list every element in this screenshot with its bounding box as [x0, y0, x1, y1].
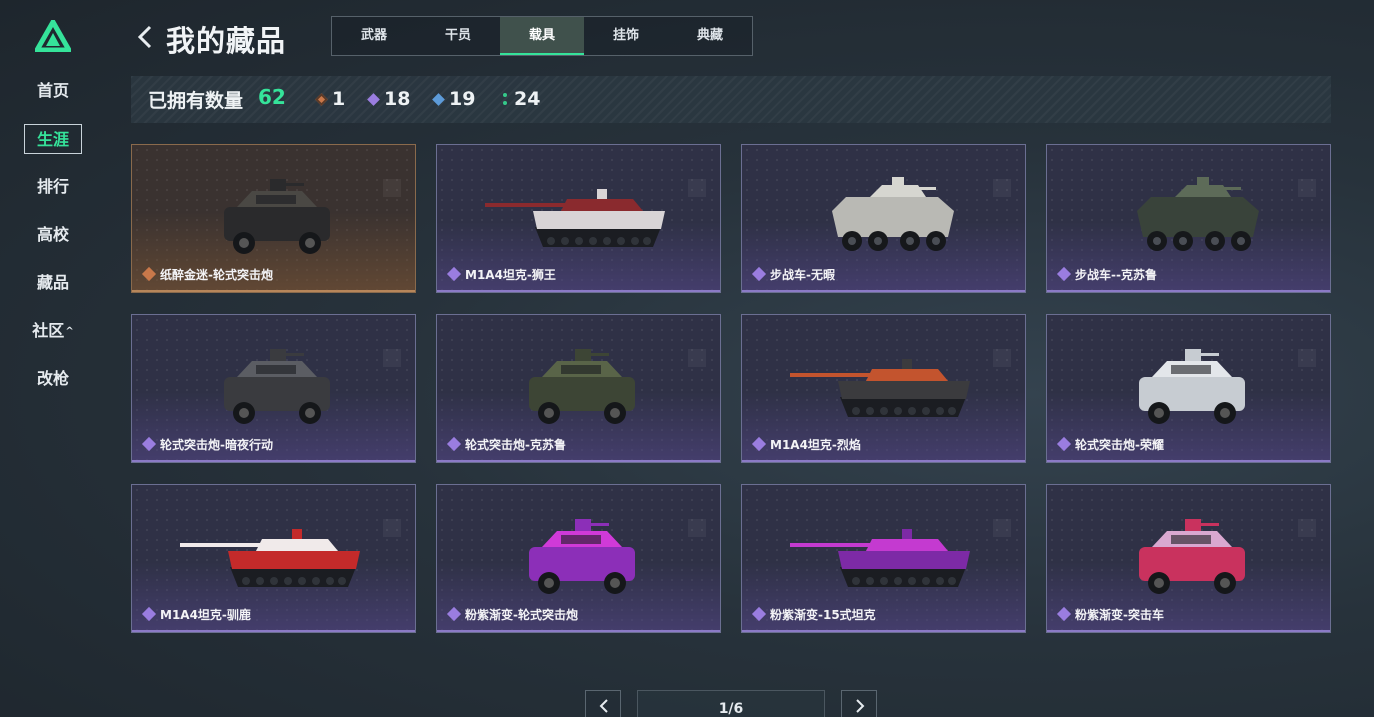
card-bottom-border: [1047, 290, 1330, 292]
blue-diamond-icon: [432, 92, 445, 106]
vehicle-card[interactable]: M1A4坦克-狮王: [436, 144, 721, 293]
vehicle-name: 纸醉金迷-轮式突击炮: [160, 268, 273, 282]
rarity-count-value: 18: [384, 88, 411, 110]
vehicle-name: 步战车-无暇: [770, 268, 835, 282]
nav-collection[interactable]: 藏品: [24, 268, 82, 298]
nav-label: 藏品: [36, 273, 69, 292]
nav-label: 生涯: [36, 130, 69, 149]
nav-label: 改枪: [36, 369, 69, 388]
card-bottom-border: [437, 290, 720, 292]
app-logo-icon[interactable]: [35, 20, 71, 52]
vehicle-card[interactable]: 轮式突击炮-荣耀: [1046, 314, 1331, 463]
rarity-count-blue: 19: [432, 87, 476, 111]
rarity-count-orange: 1: [315, 87, 346, 111]
owned-count-label: 已拥有数量: [148, 90, 244, 112]
vehicle-card[interactable]: M1A4坦克-驯鹿: [131, 484, 416, 633]
page-indicator: 1/6: [637, 690, 825, 717]
rarity-count-value: 1: [332, 88, 346, 110]
prev-page-button[interactable]: [585, 690, 621, 717]
vehicle-name: 粉紫渐变-轮式突击炮: [465, 608, 578, 622]
vehicle-card[interactable]: 步战车-无暇: [741, 144, 1026, 293]
rarity-count-green: 24: [502, 87, 540, 111]
tab-weapons[interactable]: 武器: [332, 17, 416, 55]
card-bottom-border: [742, 630, 1025, 632]
nav-community[interactable]: 社区^: [24, 316, 82, 346]
chevron-left-icon: [599, 699, 608, 713]
owned-total-count: 62: [258, 85, 286, 109]
card-bottom-border: [437, 630, 720, 632]
nav-label: 排行: [36, 177, 69, 196]
nav-label: 社区: [32, 321, 65, 340]
card-bottom-border: [132, 630, 415, 632]
page-title: 我的藏品: [166, 24, 287, 58]
vehicle-card[interactable]: 粉紫渐变-轮式突击炮: [436, 484, 721, 633]
vehicle-card[interactable]: 轮式突击炮-暗夜行动: [131, 314, 416, 463]
vehicle-name: M1A4坦克-狮王: [465, 268, 556, 282]
orange-diamond-icon: [315, 92, 328, 106]
nav-home[interactable]: 首页: [24, 76, 82, 106]
back-arrow-icon[interactable]: [134, 24, 156, 50]
rarity-count-purple: 18: [367, 87, 411, 111]
vehicle-card[interactable]: 纸醉金迷-轮式突击炮: [131, 144, 416, 293]
nav-label: 高校: [36, 225, 69, 244]
tab-vehicles[interactable]: 载具: [500, 17, 584, 55]
nav-ranking[interactable]: 排行: [24, 172, 82, 202]
tab-collectibles[interactable]: 典藏: [668, 17, 752, 55]
card-bottom-border: [437, 460, 720, 462]
vehicle-card[interactable]: 步战车--克苏鲁: [1046, 144, 1331, 293]
vehicle-name: 步战车--克苏鲁: [1075, 268, 1157, 282]
nav-label: 首页: [36, 81, 69, 100]
vehicle-name: 粉紫渐变-15式坦克: [770, 608, 876, 622]
card-bottom-border: [1047, 630, 1330, 632]
nav-university[interactable]: 高校: [24, 220, 82, 250]
chevron-up-icon: ^: [65, 325, 74, 337]
tab-charms[interactable]: 挂饰: [584, 17, 668, 55]
vehicle-card[interactable]: 粉紫渐变-15式坦克: [741, 484, 1026, 633]
nav-career[interactable]: 生涯: [24, 124, 82, 154]
card-bottom-border: [132, 460, 415, 462]
next-page-button[interactable]: [841, 690, 877, 717]
vehicle-name: 轮式突击炮-荣耀: [1075, 438, 1164, 452]
vehicle-card[interactable]: 轮式突击炮-克苏鲁: [436, 314, 721, 463]
vehicle-name: 轮式突击炮-暗夜行动: [160, 438, 273, 452]
vehicle-name: 粉紫渐变-突击车: [1075, 608, 1164, 622]
card-bottom-border: [742, 290, 1025, 292]
rarity-count-value: 24: [514, 88, 541, 110]
card-bottom-border: [132, 290, 415, 292]
card-bottom-border: [742, 460, 1025, 462]
nav-gun-mod[interactable]: 改枪: [24, 364, 82, 394]
card-bottom-border: [1047, 460, 1330, 462]
vehicle-card[interactable]: 粉紫渐变-突击车: [1046, 484, 1331, 633]
category-tabs: 武器 干员 载具 挂饰 典藏: [331, 16, 753, 56]
tab-operators[interactable]: 干员: [416, 17, 500, 55]
purple-diamond-icon: [367, 92, 380, 106]
vehicle-card[interactable]: M1A4坦克-烈焰: [741, 314, 1026, 463]
vehicle-name: 轮式突击炮-克苏鲁: [465, 438, 566, 452]
chevron-right-icon: [856, 699, 865, 713]
vehicle-name: M1A4坦克-驯鹿: [160, 608, 251, 622]
sidebar: 首页 生涯 排行 高校 藏品 社区^ 改枪: [0, 0, 108, 717]
vehicle-name: M1A4坦克-烈焰: [770, 438, 861, 452]
green-dots-icon: [503, 93, 507, 105]
owned-summary-bar: 已拥有数量 62 1 18 19 24: [131, 76, 1331, 123]
rarity-count-value: 19: [449, 88, 476, 110]
